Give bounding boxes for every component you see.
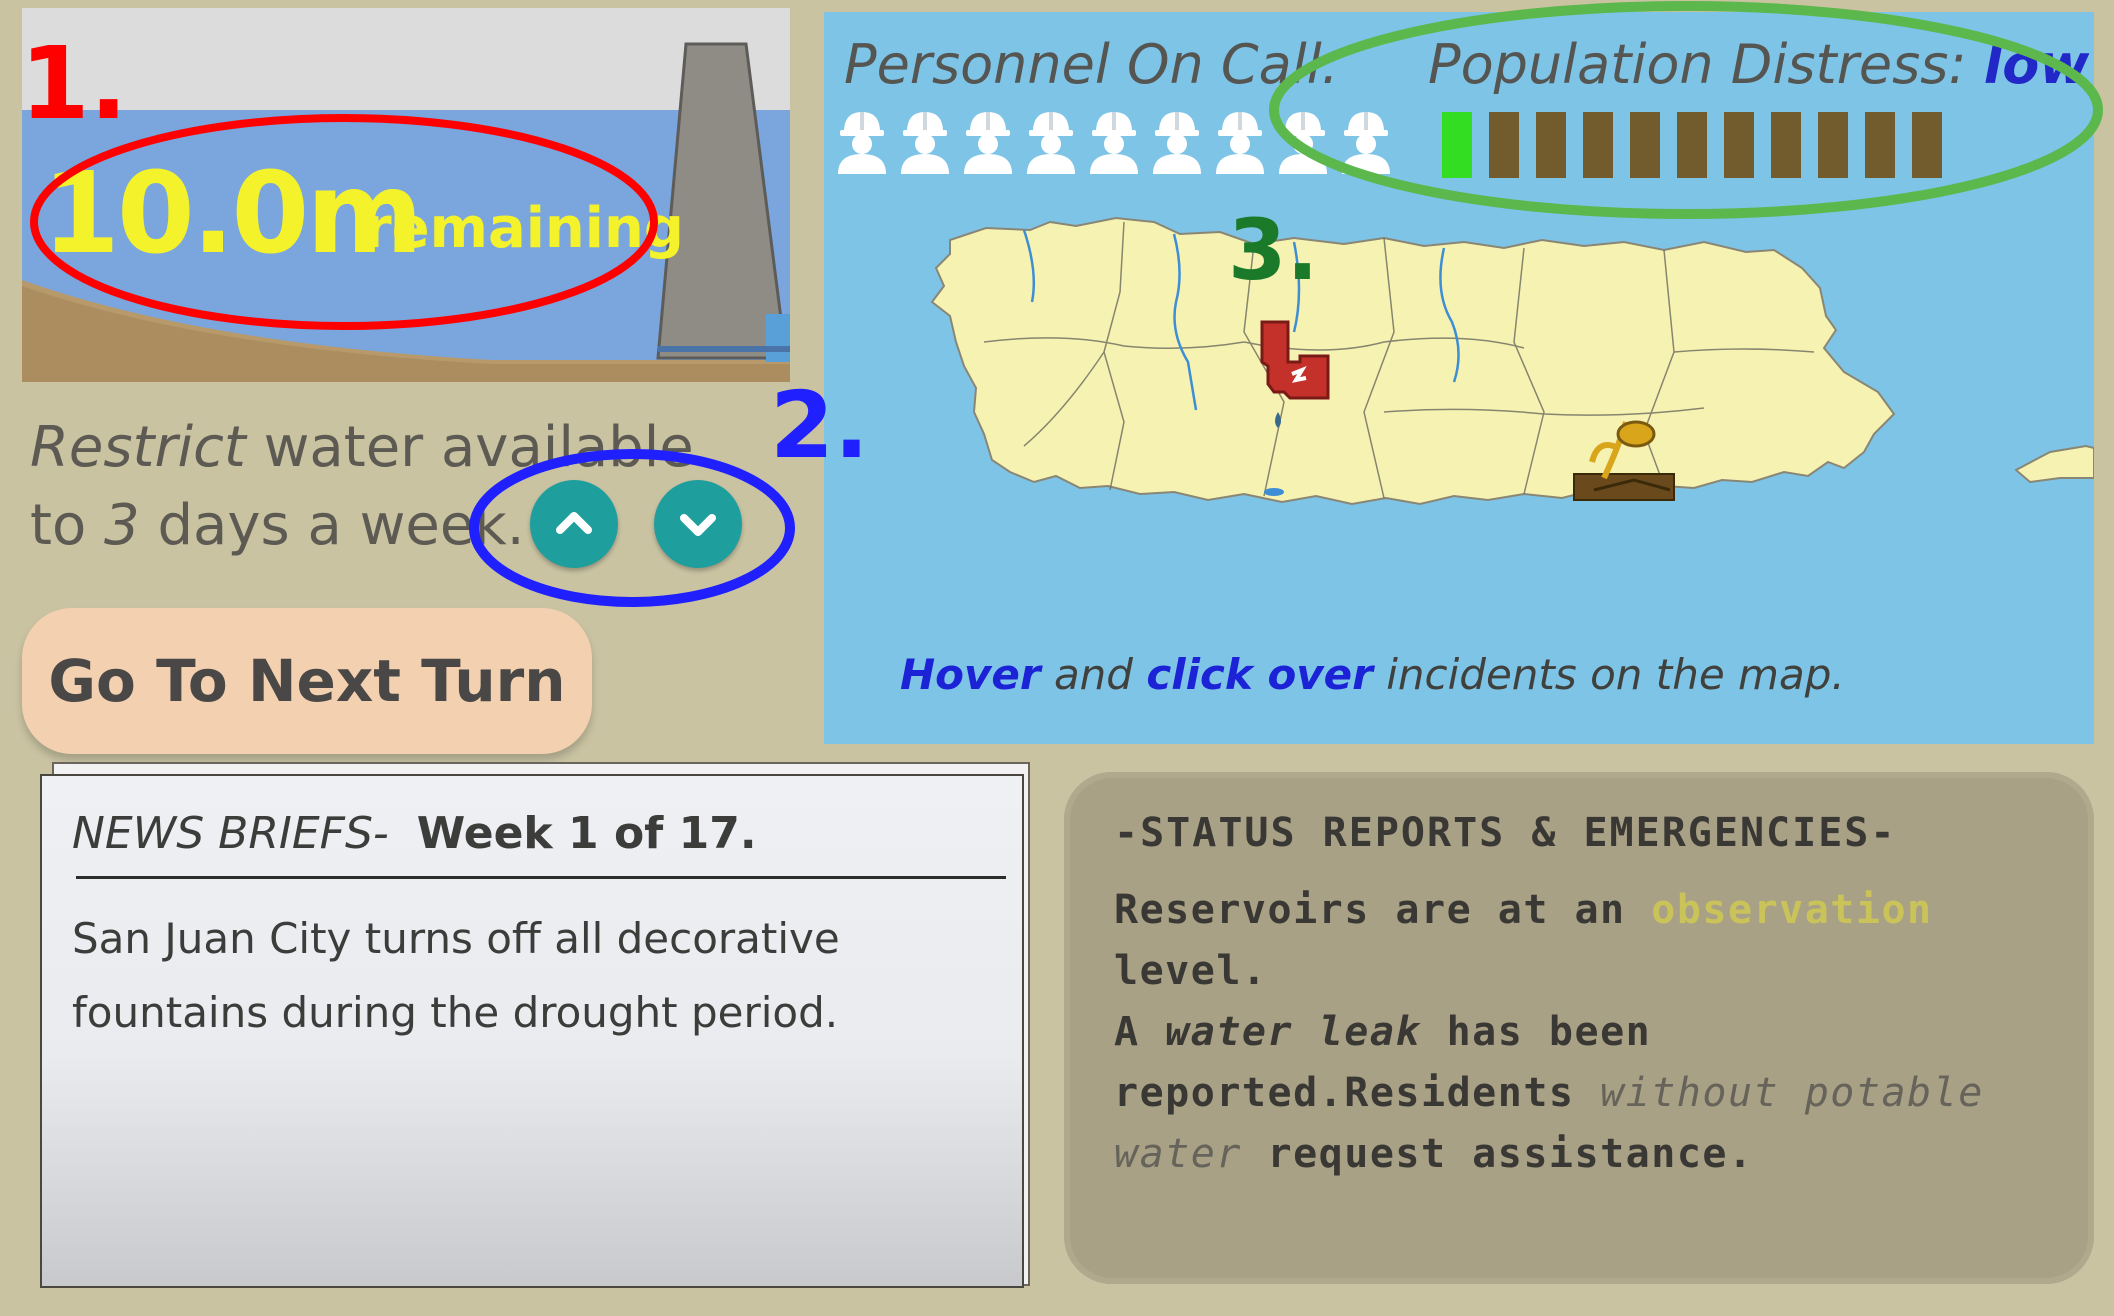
worker-helmet-icon bbox=[1216, 112, 1264, 174]
annotation-number-2: 2. bbox=[770, 372, 869, 479]
annotation-number-3: 3. bbox=[1228, 201, 1319, 299]
reservoir-panel: 10.0m remaining bbox=[22, 8, 790, 382]
worker-helmet-icon bbox=[1279, 112, 1327, 174]
news-week: Week 1 of 17. bbox=[416, 808, 757, 859]
chevron-up-icon bbox=[556, 512, 592, 534]
status-reports-panel: -STATUS REPORTS & EMERGENCIES- Reservoir… bbox=[1064, 772, 2094, 1284]
status-leak-a: A bbox=[1114, 1009, 1166, 1055]
water-level-label: remaining bbox=[364, 196, 684, 261]
lake bbox=[1264, 488, 1284, 496]
status-reservoir-level: observation bbox=[1651, 887, 1933, 933]
island-shape bbox=[930, 216, 1896, 506]
distress-segment bbox=[1489, 112, 1519, 178]
annotation-number-1: 1. bbox=[20, 25, 128, 142]
worker-helmet-icon bbox=[1090, 112, 1138, 174]
restriction-line-2: to 3 days a week. bbox=[30, 498, 750, 554]
distress-segment bbox=[1865, 112, 1895, 178]
island-map[interactable] bbox=[824, 182, 2094, 652]
hint-rest: incidents on the map. bbox=[1372, 650, 1845, 699]
worker-helmet-icon bbox=[1342, 112, 1390, 174]
distress-segment bbox=[1442, 112, 1472, 178]
distress-segment bbox=[1536, 112, 1566, 178]
restrict-days-value: 3 bbox=[104, 493, 140, 558]
small-island bbox=[2014, 444, 2094, 484]
worker-helmet-icon bbox=[901, 112, 949, 174]
status-leak-c: request assistance. bbox=[1241, 1131, 1754, 1177]
status-reservoir-text: Reservoirs are at an bbox=[1114, 887, 1652, 933]
status-title: -STATUS REPORTS & EMERGENCIES- bbox=[1114, 810, 1897, 856]
map-hint: Hover and click over incidents on the ma… bbox=[900, 650, 1845, 699]
increase-restriction-button[interactable] bbox=[530, 480, 618, 568]
news-heading: NEWS BRIEFS- Week 1 of 17. bbox=[72, 812, 757, 856]
worker-helmet-icon bbox=[1027, 112, 1075, 174]
distress-segment bbox=[1818, 112, 1848, 178]
decrease-restriction-button[interactable] bbox=[654, 480, 742, 568]
news-divider bbox=[76, 876, 1006, 879]
hint-click: click over bbox=[1146, 650, 1373, 699]
personnel-row bbox=[834, 108, 1394, 178]
worker-helmet-icon bbox=[964, 112, 1012, 174]
distress-segment bbox=[1724, 112, 1754, 178]
distress-segment bbox=[1630, 112, 1660, 178]
restrict-word: Restrict bbox=[30, 415, 246, 480]
map-panel: Personnel On Call: Population Distress: … bbox=[824, 12, 2094, 744]
news-title: NEWS BRIEFS- bbox=[72, 808, 389, 859]
distress-level: low bbox=[1983, 33, 2090, 96]
status-reservoir-tail: level. bbox=[1114, 948, 1268, 994]
status-leak-term: water leak bbox=[1165, 1009, 1421, 1055]
status-body: Reservoirs are at an observation level. … bbox=[1114, 880, 2074, 1185]
distress-segment bbox=[1583, 112, 1613, 178]
worker-helmet-icon bbox=[1153, 112, 1201, 174]
chevron-down-icon bbox=[680, 514, 716, 536]
distress-label: Population Distress: bbox=[1428, 33, 1984, 96]
next-turn-button[interactable]: Go To Next Turn bbox=[22, 608, 592, 754]
restrict-days-text: days a week. bbox=[139, 493, 525, 558]
restrict-text: water available bbox=[245, 415, 694, 480]
restriction-line-1: Restrict water available bbox=[30, 420, 750, 476]
personnel-label: Personnel On Call: bbox=[844, 33, 1340, 96]
news-body: San Juan City turns off all decorative f… bbox=[72, 914, 840, 1037]
hint-and: and bbox=[1040, 650, 1147, 699]
news-briefs-panel: NEWS BRIEFS- Week 1 of 17. San Juan City… bbox=[40, 774, 1024, 1288]
distress-segment bbox=[1677, 112, 1707, 178]
distress-label-row: Population Distress: low bbox=[1428, 38, 2089, 92]
distress-meter bbox=[1442, 112, 1962, 178]
hint-hover: Hover bbox=[900, 650, 1041, 699]
distress-segment bbox=[1771, 112, 1801, 178]
restrict-to: to bbox=[30, 493, 105, 558]
distress-segment bbox=[1912, 112, 1942, 178]
worker-helmet-icon bbox=[838, 112, 886, 174]
